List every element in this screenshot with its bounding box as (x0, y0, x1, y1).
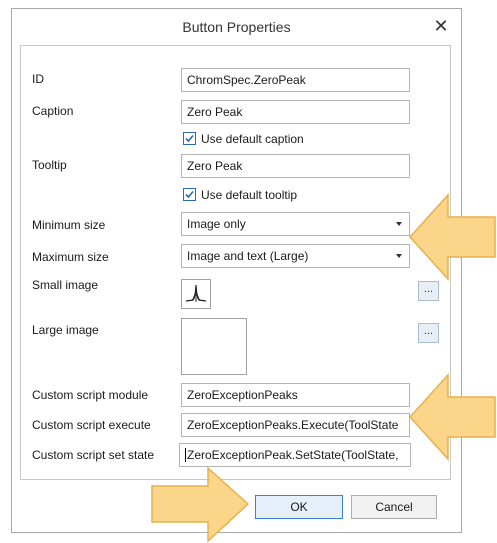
annotation-arrow-left-icon (408, 193, 496, 281)
script-module-field[interactable]: ZeroExceptionPeaks (181, 383, 410, 407)
ok-button[interactable]: OK (255, 495, 343, 519)
large-image-label: Large image (32, 323, 99, 337)
caption-label: Caption (32, 104, 74, 118)
minimum-size-value: Image only (187, 217, 246, 231)
maximum-size-value: Image and text (Large) (187, 249, 309, 263)
script-set-state-label: Custom script set state (32, 448, 155, 462)
script-module-label: Custom script module (32, 388, 149, 402)
use-default-caption-checkbox[interactable] (183, 132, 196, 146)
close-icon[interactable]: ✕ (431, 16, 451, 36)
script-set-state-field[interactable]: ZeroExceptionPeak.SetState(ToolState, (179, 443, 411, 467)
minimum-size-label: Minimum size (32, 218, 106, 232)
small-image-browse-button[interactable]: ... (418, 281, 439, 301)
peak-icon (185, 284, 207, 302)
dropdown-arrow-icon (396, 254, 402, 258)
use-default-caption-row[interactable]: Use default caption (183, 131, 304, 147)
id-field[interactable]: ChromSpec.ZeroPeak (181, 68, 410, 92)
script-execute-field[interactable]: ZeroExceptionPeaks.Execute(ToolState (181, 413, 410, 437)
dialog-content: ID ChromSpec.ZeroPeak Caption Zero Peak … (20, 45, 451, 480)
maximum-size-label: Maximum size (32, 250, 109, 264)
use-default-tooltip-checkbox[interactable] (183, 188, 196, 202)
maximum-size-select[interactable]: Image and text (Large) (181, 244, 410, 268)
annotation-arrow-left-icon (408, 373, 496, 461)
caption-field[interactable]: Zero Peak (181, 100, 410, 124)
dialog-title: Button Properties (182, 19, 291, 35)
cancel-button[interactable]: Cancel (351, 495, 437, 519)
tooltip-label: Tooltip (32, 158, 67, 172)
dialog-titlebar: Button Properties ✕ (12, 9, 461, 45)
id-label: ID (32, 72, 44, 86)
checkmark-icon (185, 135, 194, 143)
large-image-preview (181, 318, 247, 375)
use-default-tooltip-label: Use default tooltip (201, 187, 298, 202)
button-properties-dialog: Button Properties ✕ ID ChromSpec.ZeroPea… (11, 8, 462, 533)
minimum-size-select[interactable]: Image only (181, 212, 410, 236)
large-image-browse-button[interactable]: ... (418, 323, 439, 343)
script-execute-label: Custom script execute (32, 418, 151, 432)
checkmark-icon (185, 191, 194, 199)
use-default-tooltip-row[interactable]: Use default tooltip (183, 187, 297, 203)
tooltip-field[interactable]: Zero Peak (181, 154, 410, 178)
dropdown-arrow-icon (396, 222, 402, 226)
small-image-preview (181, 279, 211, 309)
annotation-arrow-right-icon (151, 466, 250, 543)
script-set-state-value: ZeroExceptionPeak.SetState(ToolState, (185, 448, 399, 462)
use-default-caption-label: Use default caption (201, 131, 304, 146)
small-image-label: Small image (32, 278, 99, 292)
